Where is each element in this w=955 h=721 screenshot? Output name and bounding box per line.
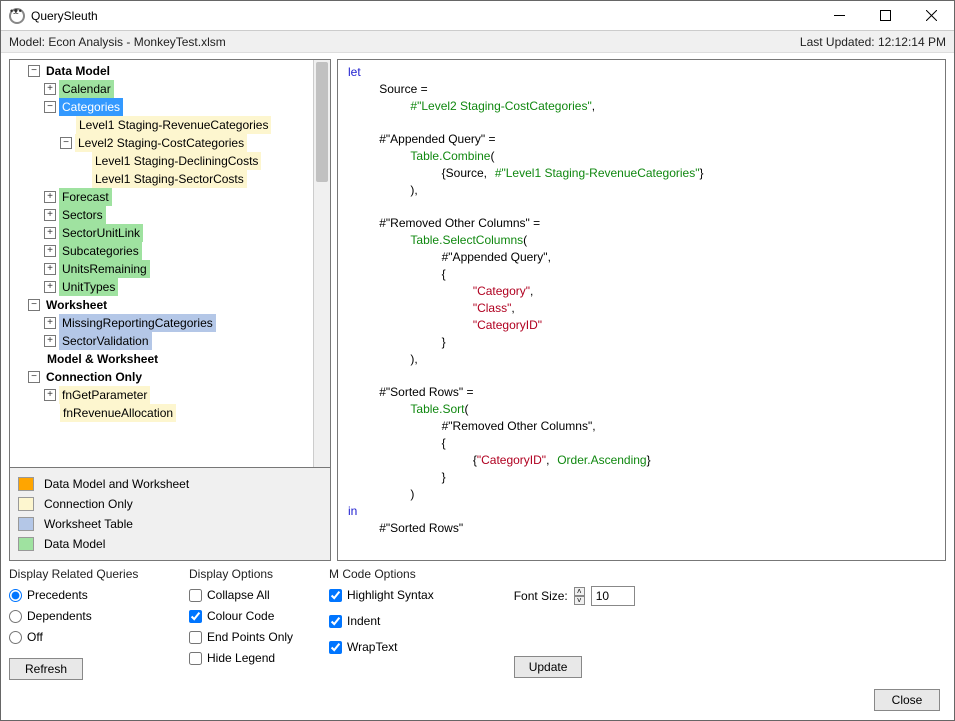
radio-off[interactable]	[9, 631, 22, 644]
tree-item-lvl1-sector-costs[interactable]: Level1 Staging-SectorCosts	[92, 170, 247, 188]
tree-item-categories[interactable]: Categories	[59, 98, 123, 116]
legend: Data Model and Worksheet Connection Only…	[9, 468, 331, 561]
tree-item-fngetparameter[interactable]: fnGetParameter	[59, 386, 150, 404]
app-window: QuerySleuth Model: Econ Analysis - Monke…	[0, 0, 955, 721]
expand-icon[interactable]: +	[44, 209, 56, 221]
tree-item-sectors[interactable]: Sectors	[59, 206, 106, 224]
app-title: QuerySleuth	[31, 9, 98, 23]
mcode-view[interactable]: let Source = #"Level2 Staging-CostCatego…	[337, 59, 946, 561]
app-icon	[9, 8, 25, 24]
expand-icon[interactable]: +	[44, 317, 56, 329]
titlebar: QuerySleuth	[1, 1, 954, 31]
update-button[interactable]: Update	[514, 656, 583, 678]
expand-icon[interactable]: +	[44, 245, 56, 257]
mcode-options-title: M Code Options	[329, 567, 946, 581]
tree-item-unittypes[interactable]: UnitTypes	[59, 278, 118, 296]
radio-dependents[interactable]	[9, 610, 22, 623]
tree-item-lvl1-revenue-categories[interactable]: Level1 Staging-RevenueCategories	[76, 116, 271, 134]
fontsize-down[interactable]: ˅	[574, 596, 585, 605]
tree-item-missing-reporting[interactable]: MissingReportingCategories	[59, 314, 216, 332]
legend-conn-only: Connection Only	[44, 497, 133, 511]
last-updated: Last Updated: 12:12:14 PM	[800, 35, 946, 49]
minimize-button[interactable]	[816, 1, 862, 31]
expand-icon[interactable]: +	[44, 227, 56, 239]
fontsize-label: Font Size:	[514, 589, 568, 603]
tree-scrollbar[interactable]	[313, 60, 330, 467]
model-label: Model: Econ Analysis - MonkeyTest.xlsm	[9, 35, 226, 49]
tree-item-sector-validation[interactable]: SectorValidation	[59, 332, 152, 350]
legend-dm-ws: Data Model and Worksheet	[44, 477, 189, 491]
tree-group-worksheet[interactable]: Worksheet	[43, 296, 110, 314]
tree-item-calendar[interactable]: Calendar	[59, 80, 114, 98]
tree-item-subcategories[interactable]: Subcategories	[59, 242, 142, 260]
legend-swatch-blue	[18, 517, 34, 531]
check-collapse-all[interactable]	[189, 589, 202, 602]
collapse-icon[interactable]: −	[28, 371, 40, 383]
expand-icon[interactable]: +	[44, 389, 56, 401]
infobar: Model: Econ Analysis - MonkeyTest.xlsm L…	[1, 31, 954, 53]
tree-item-lvl2-cost-categories[interactable]: Level2 Staging-CostCategories	[75, 134, 247, 152]
legend-ws-table: Worksheet Table	[44, 517, 133, 531]
check-indent[interactable]	[329, 615, 342, 628]
tree-item-fnrevenueallocation[interactable]: fnRevenueAllocation	[60, 404, 176, 422]
query-tree[interactable]: −Data Model +Calendar −Categories Level1…	[9, 59, 331, 468]
footer: Close	[1, 680, 954, 720]
related-queries-title: Display Related Queries	[9, 567, 169, 581]
tree-group-data-model[interactable]: Data Model	[43, 62, 113, 80]
legend-swatch-orange	[18, 477, 34, 491]
expand-icon[interactable]: +	[44, 263, 56, 275]
tree-group-connection-only[interactable]: Connection Only	[43, 368, 145, 386]
close-window-button[interactable]	[908, 1, 954, 31]
check-hide-legend[interactable]	[189, 652, 202, 665]
maximize-button[interactable]	[862, 1, 908, 31]
legend-swatch-green	[18, 537, 34, 551]
legend-dm: Data Model	[44, 537, 105, 551]
display-options-title: Display Options	[189, 567, 309, 581]
radio-precedents[interactable]	[9, 589, 22, 602]
expand-icon[interactable]: +	[44, 191, 56, 203]
collapse-icon[interactable]: −	[44, 101, 56, 113]
close-button[interactable]: Close	[874, 689, 940, 711]
check-wraptext[interactable]	[329, 641, 342, 654]
check-endpoints-only[interactable]	[189, 631, 202, 644]
tree-item-sectorunitlink[interactable]: SectorUnitLink	[59, 224, 143, 242]
collapse-icon[interactable]: −	[60, 137, 72, 149]
check-highlight-syntax[interactable]	[329, 589, 342, 602]
collapse-icon[interactable]: −	[28, 65, 40, 77]
expand-icon[interactable]: +	[44, 83, 56, 95]
fontsize-up[interactable]: ˄	[574, 587, 585, 596]
tree-group-model-worksheet[interactable]: Model & Worksheet	[44, 350, 161, 368]
refresh-button[interactable]: Refresh	[9, 658, 83, 680]
fontsize-input[interactable]	[591, 586, 635, 606]
tree-item-lvl1-declining-costs[interactable]: Level1 Staging-DecliningCosts	[92, 152, 261, 170]
options-bar: Display Related Queries Precedents Depen…	[1, 561, 954, 680]
collapse-icon[interactable]: −	[28, 299, 40, 311]
tree-item-unitsremaining[interactable]: UnitsRemaining	[59, 260, 150, 278]
expand-icon[interactable]: +	[44, 281, 56, 293]
check-colour-code[interactable]	[189, 610, 202, 623]
expand-icon[interactable]: +	[44, 335, 56, 347]
legend-swatch-cream	[18, 497, 34, 511]
tree-item-forecast[interactable]: Forecast	[59, 188, 112, 206]
